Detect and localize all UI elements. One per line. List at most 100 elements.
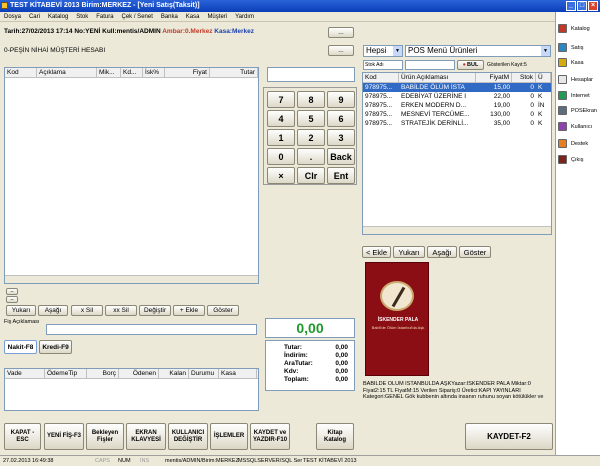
product-down-button[interactable]: Aşağı	[427, 246, 457, 258]
new-receipt-button[interactable]: YENİ FİŞ-F3	[44, 423, 84, 450]
col-kod[interactable]: Kod	[5, 68, 37, 77]
product-row[interactable]: 978975... STRATEJİK DERİNLİ... 35,00 0 K	[363, 119, 551, 128]
col-product-stok[interactable]: Stok	[512, 73, 536, 82]
search-button[interactable]: ● BUL	[457, 60, 484, 70]
key-cancel[interactable]: ×	[267, 167, 295, 184]
chevron-down-icon[interactable]: ▼	[393, 46, 402, 56]
session-info: Tarih:27/02/2013 17:14 No:YENİ Kull:ment…	[4, 28, 334, 38]
col-kasa[interactable]: Kasa	[219, 369, 257, 378]
col-iskonto[interactable]: İsk%	[143, 68, 165, 77]
col-odenen[interactable]: Ödenen	[119, 369, 159, 378]
key-4[interactable]: 4	[267, 110, 295, 127]
row-up-small-button[interactable]: –	[6, 288, 18, 295]
pending-receipts-button[interactable]: Bekleyen Fişler	[86, 423, 124, 450]
sale-items-table[interactable]: Kod Açıklama Mik... Kd... İsk% Fiyat Tut…	[4, 67, 259, 284]
key-enter[interactable]: Ent	[327, 167, 355, 184]
col-durumu[interactable]: Durumu	[189, 369, 219, 378]
product-row[interactable]: 978975... EDEBİYAT ÜZERİNE I 22,00 0 K	[363, 92, 551, 101]
col-product-kod[interactable]: Kod	[363, 73, 399, 82]
menu-dosya[interactable]: Dosya	[4, 14, 21, 20]
exit-icon	[558, 155, 567, 164]
col-product-aciklama[interactable]: Ürün Açıklaması	[399, 73, 476, 82]
minimize-button[interactable]: _	[566, 1, 576, 11]
close-button[interactable]: ×	[588, 1, 598, 11]
key-6[interactable]: 6	[327, 110, 355, 127]
pos-menu-select[interactable]: POS Menü Ürünleri ▼	[405, 45, 551, 57]
change-button[interactable]: Değiştir	[139, 305, 171, 316]
menu-yardim[interactable]: Yardım	[235, 14, 254, 20]
totals-panel: Tutar: 0,00 İndirim: 0,00 AraTutar: 0,00 Kd…	[265, 340, 355, 391]
product-list[interactable]: Kod Ürün Açıklaması FiyatM Stok Ü 978975…	[362, 72, 552, 235]
menu-cek-senet[interactable]: Çek / Senet	[122, 14, 153, 20]
key-7[interactable]: 7	[267, 91, 295, 108]
product-row[interactable]: 978975... ERKEN MODERN D... 19,00 0 İN	[363, 101, 551, 110]
tab-kredi[interactable]: Kredi-F9	[39, 340, 72, 354]
product-add-button[interactable]: < Ekle	[362, 246, 391, 258]
operations-button[interactable]: İŞLEMLER	[210, 423, 248, 450]
key-clear[interactable]: Clr	[297, 167, 325, 184]
status-caps: CAPS	[95, 458, 110, 464]
save-f2-button[interactable]: KAYDET-F2	[465, 423, 553, 450]
session-options-button[interactable]: ...	[328, 27, 354, 38]
delete-all-button[interactable]: xx Sil	[105, 305, 137, 316]
app-icon	[1, 2, 8, 9]
key-decimal[interactable]: .	[297, 148, 325, 165]
col-kdv[interactable]: Kd...	[121, 68, 143, 77]
move-down-button[interactable]: Aşağı	[38, 305, 68, 316]
key-9[interactable]: 9	[327, 91, 355, 108]
key-backspace[interactable]: Back	[327, 148, 355, 165]
screen-keyboard-button[interactable]: EKRAN KLAVYESİ	[126, 423, 166, 450]
customer-select-button[interactable]: ...	[328, 45, 354, 56]
tab-nakit[interactable]: Nakit-F8	[4, 340, 37, 354]
col-fiyat[interactable]: Fiyat	[165, 68, 210, 77]
delete-row-button[interactable]: x Sil	[71, 305, 103, 316]
product-row[interactable]: 978975... MESNEVİ TERCÜME... 130,00 0 K	[363, 110, 551, 119]
sales-icon	[558, 43, 567, 52]
col-borc[interactable]: Borç	[87, 369, 119, 378]
menu-banka[interactable]: Banka	[161, 14, 178, 20]
key-2[interactable]: 2	[297, 129, 325, 146]
product-show-button[interactable]: Göster	[459, 246, 491, 258]
col-odeme-tip[interactable]: ÖdemeTip	[45, 369, 87, 378]
total-row-indirim: İndirim: 0,00	[284, 352, 348, 359]
payment-table[interactable]: Vade ÖdemeTip Borç Ödenen Kalan Durumu K…	[4, 368, 259, 411]
horizontal-scrollbar[interactable]	[5, 275, 258, 283]
col-miktar[interactable]: Mik...	[97, 68, 121, 77]
book-catalog-button[interactable]: Kitap Katalog	[316, 423, 354, 450]
col-vade[interactable]: Vade	[5, 369, 45, 378]
col-kalan[interactable]: Kalan	[159, 369, 189, 378]
menu-fatura[interactable]: Fatura	[96, 14, 113, 20]
col-tutar[interactable]: Tutar	[210, 68, 258, 77]
close-esc-button[interactable]: KAPAT - ESC	[4, 423, 41, 450]
menu-stok[interactable]: Stok	[76, 14, 88, 20]
save-print-button[interactable]: KAYDET ve YAZDIR-F10	[250, 423, 290, 450]
search-input[interactable]	[405, 60, 455, 70]
note-input[interactable]	[46, 324, 257, 335]
menu-kasa[interactable]: Kasa	[186, 14, 200, 20]
chevron-down-icon[interactable]: ▼	[541, 46, 550, 56]
product-up-button[interactable]: Yukarı	[393, 246, 425, 258]
maximize-button[interactable]: □	[577, 1, 587, 11]
add-button[interactable]: + Ekle	[173, 305, 205, 316]
key-8[interactable]: 8	[297, 91, 325, 108]
col-product-fiyat[interactable]: FiyatM	[476, 73, 512, 82]
menu-katalog[interactable]: Katalog	[48, 14, 68, 20]
key-5[interactable]: 5	[297, 110, 325, 127]
product-row[interactable]: 978975... BABİLDE ÖLÜM İSTA 15,00 0 K	[363, 83, 551, 92]
window-title: TEST KİTABEVİ 2013 Birim:MERKEZ - [Yeni …	[10, 2, 200, 9]
filter-select[interactable]: Hepsi ▼	[363, 45, 403, 57]
key-1[interactable]: 1	[267, 129, 295, 146]
col-product-u[interactable]: Ü	[536, 73, 551, 82]
col-aciklama[interactable]: Açıklama	[37, 68, 97, 77]
row-down-small-button[interactable]: –	[6, 296, 18, 303]
key-0[interactable]: 0	[267, 148, 295, 165]
menu-cari[interactable]: Cari	[29, 14, 40, 20]
search-field-select[interactable]: Stok Adı	[363, 60, 403, 70]
barcode-input[interactable]	[267, 67, 355, 82]
menu-musteri[interactable]: Müşteri	[207, 14, 227, 20]
key-3[interactable]: 3	[327, 129, 355, 146]
product-hscrollbar[interactable]	[363, 226, 551, 234]
move-up-button[interactable]: Yukarı	[6, 305, 36, 316]
change-user-button[interactable]: KULLANICI DEĞİŞTİR	[168, 423, 208, 450]
show-button[interactable]: Göster	[207, 305, 239, 316]
